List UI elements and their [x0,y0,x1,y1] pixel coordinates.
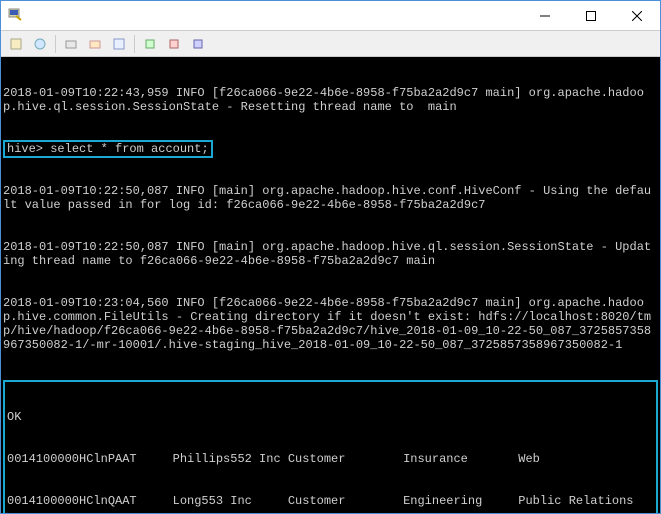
table-row: 0014100000HClnQAAT Long553 Inc Customer … [7,494,654,508]
toolbar [1,31,660,57]
log-line: 2018-01-09T10:23:04,560 INFO [f26ca066-9… [3,296,658,352]
tool-icon[interactable] [84,33,106,55]
log-line: 2018-01-09T10:22:50,087 INFO [main] org.… [3,240,658,268]
tool-icon[interactable] [29,33,51,55]
minimize-button[interactable] [522,1,568,31]
close-button[interactable] [614,1,660,31]
tool-icon[interactable] [187,33,209,55]
log-line: 2018-01-09T10:22:43,959 INFO [f26ca066-9… [3,86,658,114]
tool-icon[interactable] [139,33,161,55]
titlebar [1,1,660,31]
tool-icon[interactable] [60,33,82,55]
ok-line: OK [7,410,654,424]
table-row: 0014100000HClnPAAT Phillips552 Inc Custo… [7,452,654,466]
maximize-button[interactable] [568,1,614,31]
prompt: hive> [7,142,50,156]
command-highlight: hive> select * from account; [3,140,213,158]
tool-icon[interactable] [5,33,27,55]
toolbar-separator [55,35,56,53]
app-window: 2018-01-09T10:22:43,959 INFO [f26ca066-9… [0,0,661,514]
putty-icon [7,6,23,26]
tool-icon[interactable] [163,33,185,55]
toolbar-separator [134,35,135,53]
log-line: 2018-01-09T10:22:50,087 INFO [main] org.… [3,184,658,212]
tool-icon[interactable] [108,33,130,55]
output-highlight: OK 0014100000HClnPAAT Phillips552 Inc Cu… [3,380,658,513]
terminal[interactable]: 2018-01-09T10:22:43,959 INFO [f26ca066-9… [1,57,660,513]
command: select * from account; [50,142,208,156]
